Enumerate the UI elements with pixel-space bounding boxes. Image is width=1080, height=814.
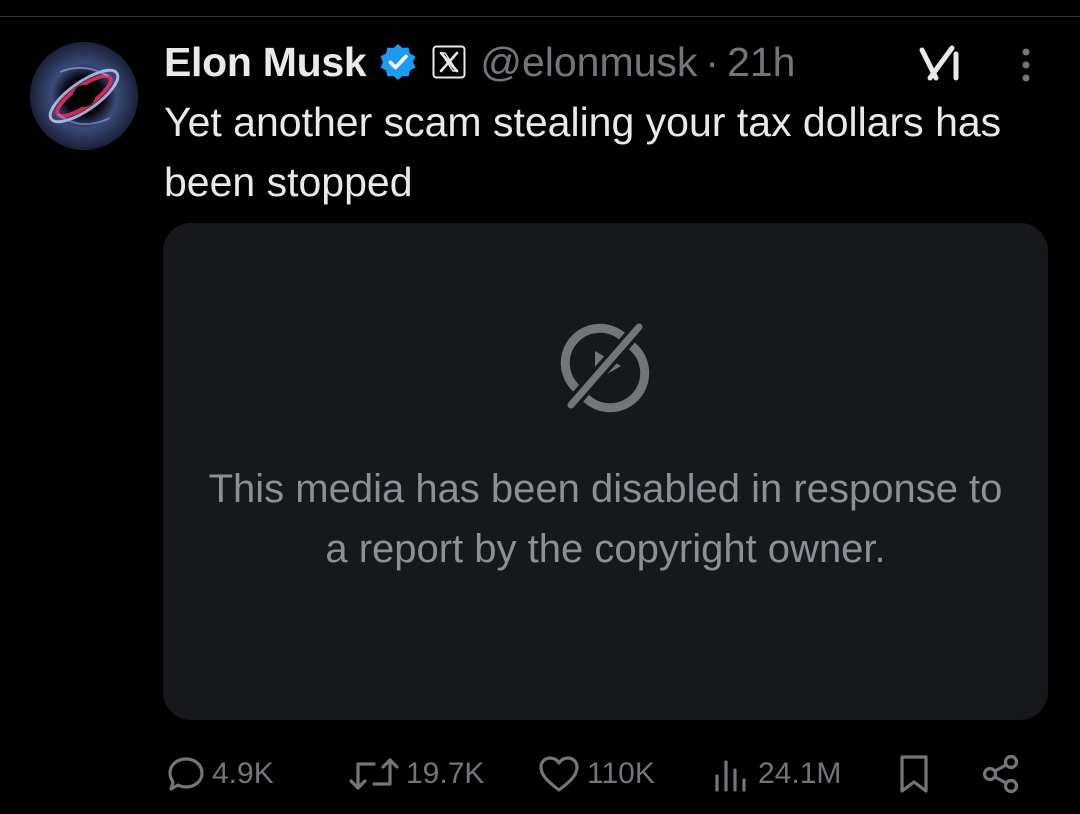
media-card[interactable]: This media has been disabled in response…	[163, 223, 1048, 720]
share-button[interactable]	[980, 744, 1022, 804]
reply-button[interactable]: 4.9K	[166, 744, 274, 804]
author-name[interactable]: Elon Musk	[164, 39, 367, 86]
grok-icon[interactable]	[918, 44, 964, 82]
bookmark-icon	[900, 755, 928, 793]
repost-button[interactable]: 19.7K	[348, 744, 484, 804]
like-count: 110K	[587, 757, 655, 790]
like-button[interactable]: 110K	[537, 744, 655, 804]
more-vertical-icon[interactable]	[1018, 46, 1034, 84]
views-bar-icon	[715, 760, 746, 792]
views-button[interactable]: 24.1M	[712, 744, 841, 804]
repost-icon	[349, 758, 399, 790]
x-logo-icon	[432, 45, 466, 79]
reply-icon	[168, 757, 204, 791]
bookmark-button[interactable]	[894, 744, 934, 804]
share-icon	[982, 754, 1019, 794]
reply-count: 4.9K	[212, 757, 274, 790]
timestamp[interactable]: 21h	[727, 39, 795, 86]
verified-badge-icon	[380, 44, 416, 80]
avatar-image	[30, 42, 138, 150]
action-bar: 4.9K 19.7K 110K 24.1M	[0, 744, 1080, 804]
tweet-header: Elon Musk @elonmusk · 21h	[164, 34, 796, 90]
repost-count: 19.7K	[406, 757, 485, 790]
tweet-text: Yet another scam stealing your tax dolla…	[164, 99, 1002, 205]
media-disabled-icon	[560, 319, 650, 413]
views-count: 24.1M	[758, 757, 842, 790]
separator-dot: ·	[705, 38, 720, 85]
avatar[interactable]	[30, 42, 138, 150]
heart-icon	[539, 756, 579, 792]
author-handle[interactable]: @elonmusk	[480, 39, 697, 86]
top-divider	[0, 16, 1080, 17]
media-disabled-message: This media has been disabled in response…	[208, 467, 1003, 571]
